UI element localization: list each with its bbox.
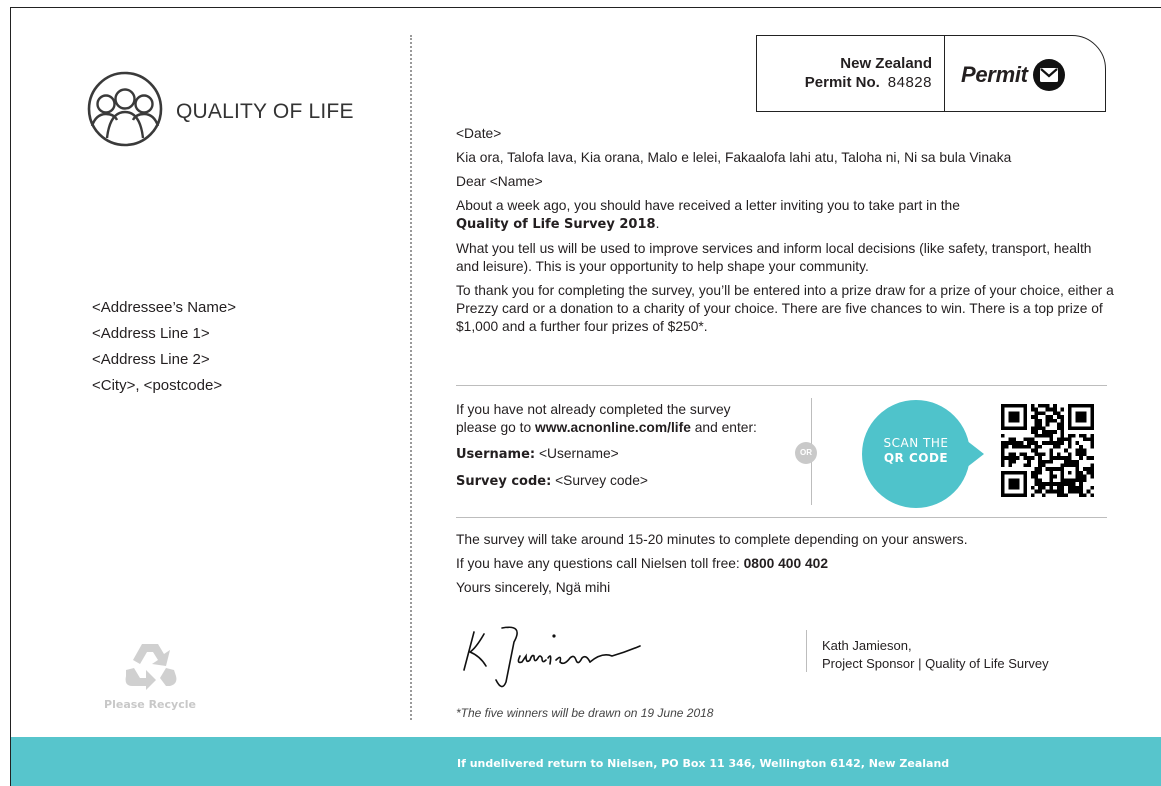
questions-text: If you have any questions call Nielsen t… [456, 555, 968, 573]
login-url-suffix: and enter: [690, 420, 757, 435]
greeting: Kia ora, Talofa lava, Kia orana, Malo e … [456, 150, 1012, 165]
survey-name-suffix: . [655, 216, 660, 231]
permit-number-row: Permit No. 84828 [757, 73, 932, 92]
recycle-mark: Please Recycle [95, 640, 205, 711]
login-instructions: If you have not already completed the su… [456, 401, 757, 491]
closing-text: The survey will take around 15-20 minute… [456, 531, 968, 603]
intro-paragraph: About a week ago, you should have receiv… [456, 197, 1116, 234]
permit-details: New Zealand Permit No. 84828 [757, 36, 945, 111]
frame-top-border [10, 7, 1161, 8]
username-label: Username: [456, 447, 536, 462]
purpose-paragraph: What you tell us will be used to improve… [456, 241, 1092, 274]
login-url-prefix: please go to [456, 420, 536, 435]
quality-of-life-logo: QUALITY OF LIFE [80, 70, 354, 148]
address-line: <Address Line 2> [92, 351, 210, 368]
recipient-address: <Addressee’s Name> <Address Line 1> <Add… [92, 295, 236, 399]
salutation: Dear <Name> [456, 174, 543, 189]
permit-number-label: Permit No. [804, 74, 880, 91]
section-divider [456, 385, 1107, 386]
permit-country: New Zealand [840, 55, 932, 72]
login-url-row: please go to www.acnonline.com/life and … [456, 419, 757, 437]
username-value: <Username> [535, 446, 619, 461]
people-circle-icon [87, 71, 163, 147]
address-line: <City>, <postcode> [92, 377, 223, 394]
recycle-label: Please Recycle [104, 698, 196, 711]
address-line: <Addressee’s Name> [92, 299, 236, 316]
survey-code-value: <Survey code> [551, 473, 648, 488]
recycle-icon [125, 644, 177, 690]
phone-number: 0800 400 402 [743, 556, 828, 571]
scan-label-line2: QR CODE [883, 451, 949, 465]
permit-brand: Permit [945, 36, 1105, 111]
signoff: Yours sincerely, Ngä mihi [456, 580, 611, 595]
or-badge: OR [795, 442, 817, 464]
permit-word: Permit [961, 62, 1028, 87]
permit-stamp: New Zealand Permit No. 84828 Permit [756, 35, 1106, 112]
sponsor-name: Kath Jamieson, [822, 638, 912, 653]
intro-text: About a week ago, you should have receiv… [456, 198, 960, 213]
perforation-line [410, 35, 412, 720]
permit-number: 84828 [887, 74, 932, 91]
sponsor-title: Project Sponsor | Quality of Life Survey [822, 656, 1049, 671]
prize-paragraph: To thank you for completing the survey, … [456, 283, 1114, 334]
survey-code-label: Survey code: [456, 474, 552, 489]
scan-label: SCAN THE QR CODE [862, 436, 970, 466]
survey-name: Quality of Life Survey 2018 [456, 217, 656, 232]
frame-left-border [10, 7, 11, 786]
return-address: If undelivered return to Nielsen, PO Box… [457, 757, 950, 770]
username-row: Username: <Username> [456, 445, 757, 464]
address-line: <Address Line 1> [92, 325, 210, 342]
logo-text: QUALITY OF LIFE [176, 100, 354, 123]
duration-text: The survey will take around 15-20 minute… [456, 532, 968, 547]
sponsor-block: Kath Jamieson, Project Sponsor | Quality… [822, 637, 1049, 673]
signature-divider [806, 630, 807, 672]
survey-code-row: Survey code: <Survey code> [456, 472, 757, 491]
letter-date: <Date> [456, 126, 502, 141]
letter-body: <Date> Kia ora, Talofa lava, Kia orana, … [456, 125, 1116, 336]
login-line: If you have not already completed the su… [456, 402, 731, 417]
footnote: *The five winners will be drawn on 19 Ju… [456, 706, 714, 720]
return-address-footer: If undelivered return to Nielsen, PO Box… [11, 737, 1161, 786]
scan-label-line1: SCAN THE [883, 436, 949, 450]
signature [463, 626, 641, 688]
qr-code [1001, 404, 1094, 497]
questions-prefix: If you have any questions call Nielsen t… [456, 556, 744, 571]
section-divider [456, 517, 1107, 518]
survey-url: www.acnonline.com/life [535, 420, 691, 435]
envelope-icon [1032, 59, 1065, 91]
